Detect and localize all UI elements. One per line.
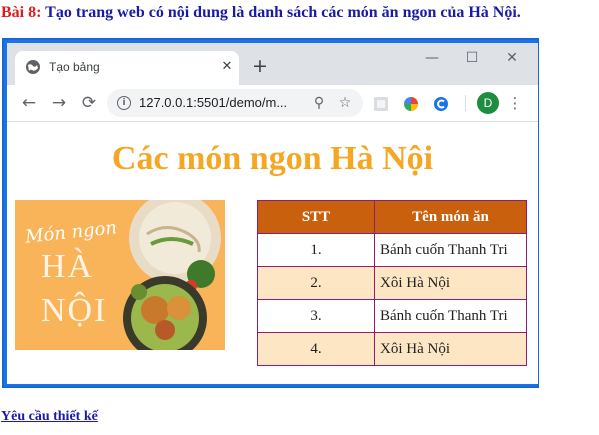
header-dish-name: Tên món ăn bbox=[374, 200, 527, 234]
table-header-row: STT Tên món ăn bbox=[257, 200, 527, 234]
browser-toolbar: ← → ⟳ i 127.0.0.1:5501/demo/m... ⚲ ☆ D ⋮ bbox=[7, 85, 538, 122]
url-text[interactable]: 127.0.0.1:5501/demo/m... bbox=[139, 95, 287, 110]
header-stt: STT bbox=[257, 200, 375, 234]
window-close-button[interactable]: ✕ bbox=[497, 47, 527, 69]
toolbar-separator bbox=[465, 95, 466, 111]
bookmark-star-icon[interactable]: ☆ bbox=[335, 93, 355, 113]
browser-window: Tạo bảng ✕ + — ☐ ✕ ← → ⟳ i 127.0.0.1:550… bbox=[7, 43, 538, 384]
exercise-heading: Bài 8: Tạo trang web có nội dung là danh… bbox=[1, 0, 599, 26]
row-dish-name: Xôi Hà Nội bbox=[374, 332, 527, 366]
c-extension-icon[interactable] bbox=[433, 96, 449, 112]
table-row: 1. Bánh cuốn Thanh Tri bbox=[257, 233, 527, 267]
exercise-number: Bài 8: bbox=[1, 4, 42, 21]
title-bar: Tạo bảng ✕ + — ☐ ✕ bbox=[7, 43, 538, 85]
tab-close-icon[interactable]: ✕ bbox=[219, 57, 235, 77]
image-text-ha: HÀ bbox=[41, 248, 95, 285]
row-stt: 2. bbox=[257, 266, 375, 300]
design-requirements-link[interactable]: Yêu cầu thiết kế bbox=[1, 409, 98, 425]
table-row: 2. Xôi Hà Nội bbox=[257, 266, 527, 300]
reload-button[interactable]: ⟳ bbox=[77, 91, 101, 115]
profile-avatar[interactable]: D bbox=[477, 92, 499, 114]
exercise-description: Tạo trang web có nội dung là danh sách c… bbox=[45, 4, 521, 21]
browser-tab[interactable]: Tạo bảng ✕ bbox=[15, 51, 239, 85]
zoom-icon[interactable]: ⚲ bbox=[309, 93, 329, 113]
row-dish-name: Bánh cuốn Thanh Tri bbox=[374, 233, 527, 267]
globe-icon bbox=[26, 60, 40, 74]
hanoi-food-image: Món ngon HÀ NỘI bbox=[15, 200, 225, 350]
extension-icon[interactable] bbox=[373, 96, 389, 112]
color-wheel-extension-icon[interactable] bbox=[403, 96, 419, 112]
minimize-button[interactable]: — bbox=[417, 47, 447, 69]
browser-window-frame: Tạo bảng ✕ + — ☐ ✕ ← → ⟳ i 127.0.0.1:550… bbox=[2, 38, 539, 388]
tab-title: Tạo bảng bbox=[49, 60, 100, 74]
back-button[interactable]: ← bbox=[17, 91, 41, 115]
browser-menu-icon[interactable]: ⋮ bbox=[507, 92, 523, 114]
row-stt: 3. bbox=[257, 299, 375, 333]
row-stt: 1. bbox=[257, 233, 375, 267]
address-bar[interactable]: i 127.0.0.1:5501/demo/m... ⚲ ☆ bbox=[107, 89, 363, 117]
page-title: Các món ngon Hà Nội bbox=[111, 140, 434, 177]
maximize-button[interactable]: ☐ bbox=[457, 47, 487, 69]
row-stt: 4. bbox=[257, 332, 375, 366]
new-tab-button[interactable]: + bbox=[249, 55, 271, 77]
row-dish-name: Xôi Hà Nội bbox=[374, 266, 527, 300]
info-icon[interactable]: i bbox=[117, 96, 131, 110]
food-table: STT Tên món ăn 1. Bánh cuốn Thanh Tri 2.… bbox=[257, 200, 527, 366]
forward-button[interactable]: → bbox=[47, 91, 71, 115]
table-row: 4. Xôi Hà Nội bbox=[257, 332, 527, 366]
image-text-noi: NỘI bbox=[41, 292, 108, 329]
table-row: 3. Bánh cuốn Thanh Tri bbox=[257, 299, 527, 333]
row-dish-name: Bánh cuốn Thanh Tri bbox=[374, 299, 527, 333]
